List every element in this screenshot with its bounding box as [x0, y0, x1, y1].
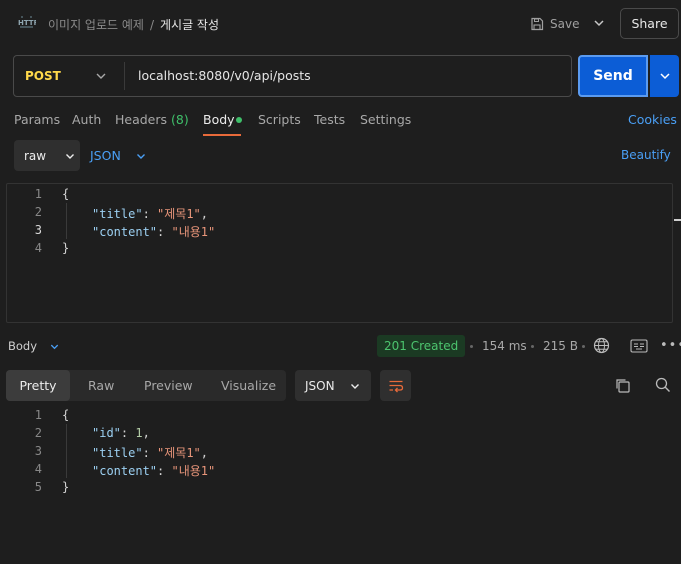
search-icon[interactable] [655, 377, 671, 393]
line-number: 2 [34, 426, 42, 440]
tab-raw[interactable]: Raw [88, 378, 114, 393]
code-line: "content": "내용1" [92, 225, 216, 239]
save-response-icon[interactable] [630, 339, 648, 353]
chevron-down-icon[interactable] [94, 69, 108, 83]
save-button[interactable]: Save [530, 13, 579, 35]
tab-headers[interactable]: Headers (8) [115, 112, 189, 127]
tab-preview[interactable]: Preview [144, 378, 193, 393]
chevron-down-icon [50, 344, 59, 349]
line-number: 5 [34, 480, 42, 494]
line-number: 1 [34, 408, 42, 422]
tab-settings[interactable]: Settings [360, 112, 411, 127]
save-label: Save [550, 17, 580, 31]
separator-dot [470, 345, 473, 348]
chevron-down-icon [66, 153, 75, 159]
chevron-down-icon [350, 383, 359, 389]
response-label: Body [8, 339, 38, 353]
line-number: 3 [34, 223, 42, 237]
copy-icon[interactable] [615, 378, 630, 393]
method-select[interactable]: POST [25, 69, 61, 83]
breadcrumb: 이미지 업로드 예제 / 게시글 작성 [48, 16, 219, 33]
response-format-select[interactable]: JSON [295, 370, 371, 401]
line-number: 4 [34, 241, 42, 255]
headers-count: (8) [171, 112, 189, 127]
code-line: "content": "내용1" [92, 464, 216, 478]
line-number: 4 [34, 462, 42, 476]
indent-guide [66, 424, 67, 478]
breadcrumb-current[interactable]: 게시글 작성 [160, 18, 219, 32]
response-size[interactable]: 215 B [543, 339, 578, 353]
code-line: "id": 1, [92, 426, 150, 440]
line-number: 1 [34, 187, 42, 201]
code-line: { [62, 187, 70, 201]
tab-scripts[interactable]: Scripts [258, 112, 301, 127]
code-line: } [62, 241, 70, 255]
divider [124, 62, 125, 90]
tab-tests[interactable]: Tests [314, 112, 345, 127]
body-format-select[interactable]: JSON [90, 148, 147, 163]
code-line: "title": "제목1", [92, 446, 209, 460]
chevron-down-icon [136, 153, 145, 159]
chevron-down-icon[interactable] [592, 16, 606, 30]
status-badge[interactable]: 201 Created [377, 335, 466, 357]
response-format-value: JSON [305, 378, 335, 393]
more-icon[interactable]: ••• [660, 338, 681, 353]
body-format-value: JSON [90, 148, 121, 163]
wrap-lines-button[interactable] [380, 370, 411, 401]
breadcrumb-separator: / [149, 18, 154, 32]
svg-text:HTTP: HTTP [18, 19, 36, 27]
http-icon: HTTP [18, 14, 39, 32]
tab-auth[interactable]: Auth [72, 112, 101, 127]
wrap-icon [389, 380, 403, 392]
body-indicator-dot [236, 117, 242, 123]
share-button[interactable]: Share [620, 8, 679, 39]
cookies-link[interactable]: Cookies [628, 112, 677, 127]
save-icon [531, 17, 544, 31]
scrollbar-thumb[interactable] [674, 219, 681, 221]
line-number: 2 [34, 205, 42, 219]
url-input[interactable]: localhost:8080/v0/api/posts [138, 68, 311, 83]
send-button[interactable]: Send [578, 55, 648, 97]
body-mode-value: raw [24, 148, 47, 163]
response-time[interactable]: 154 ms [482, 339, 527, 353]
code-line: } [62, 480, 70, 494]
separator-dot [582, 345, 585, 348]
tab-params[interactable]: Params [14, 112, 60, 127]
tab-body[interactable]: Body [203, 112, 235, 127]
separator-dot [531, 345, 534, 348]
response-body-select[interactable]: Body [8, 339, 60, 353]
globe-icon[interactable] [593, 337, 610, 354]
beautify-button[interactable]: Beautify [621, 148, 671, 162]
indent-guide [66, 203, 67, 239]
breadcrumb-parent[interactable]: 이미지 업로드 예제 [48, 18, 144, 32]
code-line: { [62, 408, 70, 422]
request-body-editor[interactable] [6, 183, 673, 323]
tab-visualize[interactable]: Visualize [221, 378, 276, 393]
tab-pretty[interactable]: Pretty [6, 370, 70, 401]
active-tab-underline [203, 134, 241, 136]
tab-headers-label: Headers [115, 112, 168, 127]
body-mode-select[interactable]: raw [14, 140, 80, 171]
send-options-button[interactable] [650, 55, 679, 97]
line-number: 3 [34, 444, 42, 458]
code-line: "title": "제목1", [92, 207, 209, 221]
chevron-down-icon [659, 73, 670, 80]
